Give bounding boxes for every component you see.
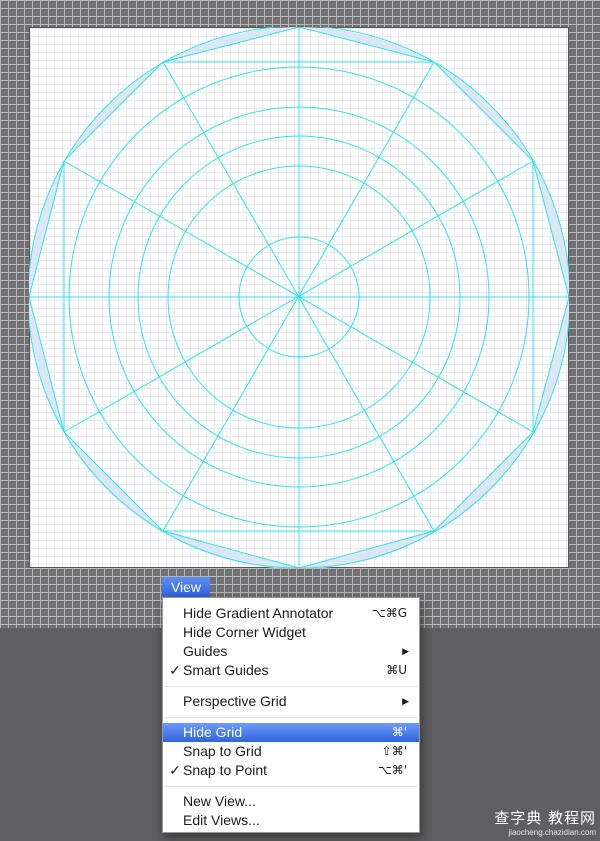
view-menu: Hide Gradient Annotator ⌥⌘G Hide Corner … [162,597,420,833]
menu-item-smart-guides[interactable]: ✓ Smart Guides ⌘U [163,661,419,680]
menu-item-label: Hide Grid [183,724,243,740]
menu-item-hide-grid[interactable]: Hide Grid ⌘' [163,723,419,742]
watermark-title: 查字典 教程网 [494,809,596,827]
menu-item-snap-to-point[interactable]: ✓ Snap to Point ⌥⌘' [163,761,419,780]
checkmark-icon: ✓ [169,762,181,778]
menu-item-snap-to-grid[interactable]: Snap to Grid ⇧⌘' [163,742,419,761]
menu-item-label: Smart Guides [183,662,269,678]
menu-separator [164,786,418,787]
center-point [297,295,301,299]
watermark-url: jiaocheng.chazidian.com [508,828,596,837]
watermark: 查字典 教程网 jiaocheng.chazidian.com [470,807,596,837]
menu-item-label: Hide Corner Widget [183,624,306,640]
submenu-arrow-icon: ▶ [402,696,409,706]
menu-item-new-view[interactable]: New View... [163,792,419,811]
menu-item-shortcut: ⌥⌘' [377,763,407,777]
menu-separator [164,686,418,687]
menu-item-shortcut: ⌘' [391,725,407,739]
artwork-canvas[interactable] [0,0,600,628]
menu-item-hide-gradient-annotator[interactable]: Hide Gradient Annotator ⌥⌘G [163,604,419,623]
menu-item-label: Snap to Point [183,762,268,778]
menu-separator [164,717,418,718]
menu-item-shortcut: ⇧⌘' [381,744,407,758]
view-menu-title[interactable]: View [162,577,210,597]
menu-item-label: Snap to Grid [183,743,262,759]
menu-item-guides[interactable]: Guides ▶ [163,642,419,661]
menu-item-shortcut: ⌥⌘G [371,606,407,620]
menu-item-label: Edit Views... [183,812,260,828]
menu-item-label: Guides [183,643,228,659]
menu-item-shortcut: ⌘U [386,663,407,677]
menu-item-label: Hide Gradient Annotator [183,605,334,621]
menu-item-label: Perspective Grid [183,693,287,709]
menu-item-perspective-grid[interactable]: Perspective Grid ▶ [163,692,419,711]
menu-item-label: New View... [183,793,256,809]
checkmark-icon: ✓ [169,662,181,678]
menu-item-hide-corner-widget[interactable]: Hide Corner Widget [163,623,419,642]
menu-item-edit-views[interactable]: Edit Views... [163,811,419,830]
submenu-arrow-icon: ▶ [402,646,409,656]
